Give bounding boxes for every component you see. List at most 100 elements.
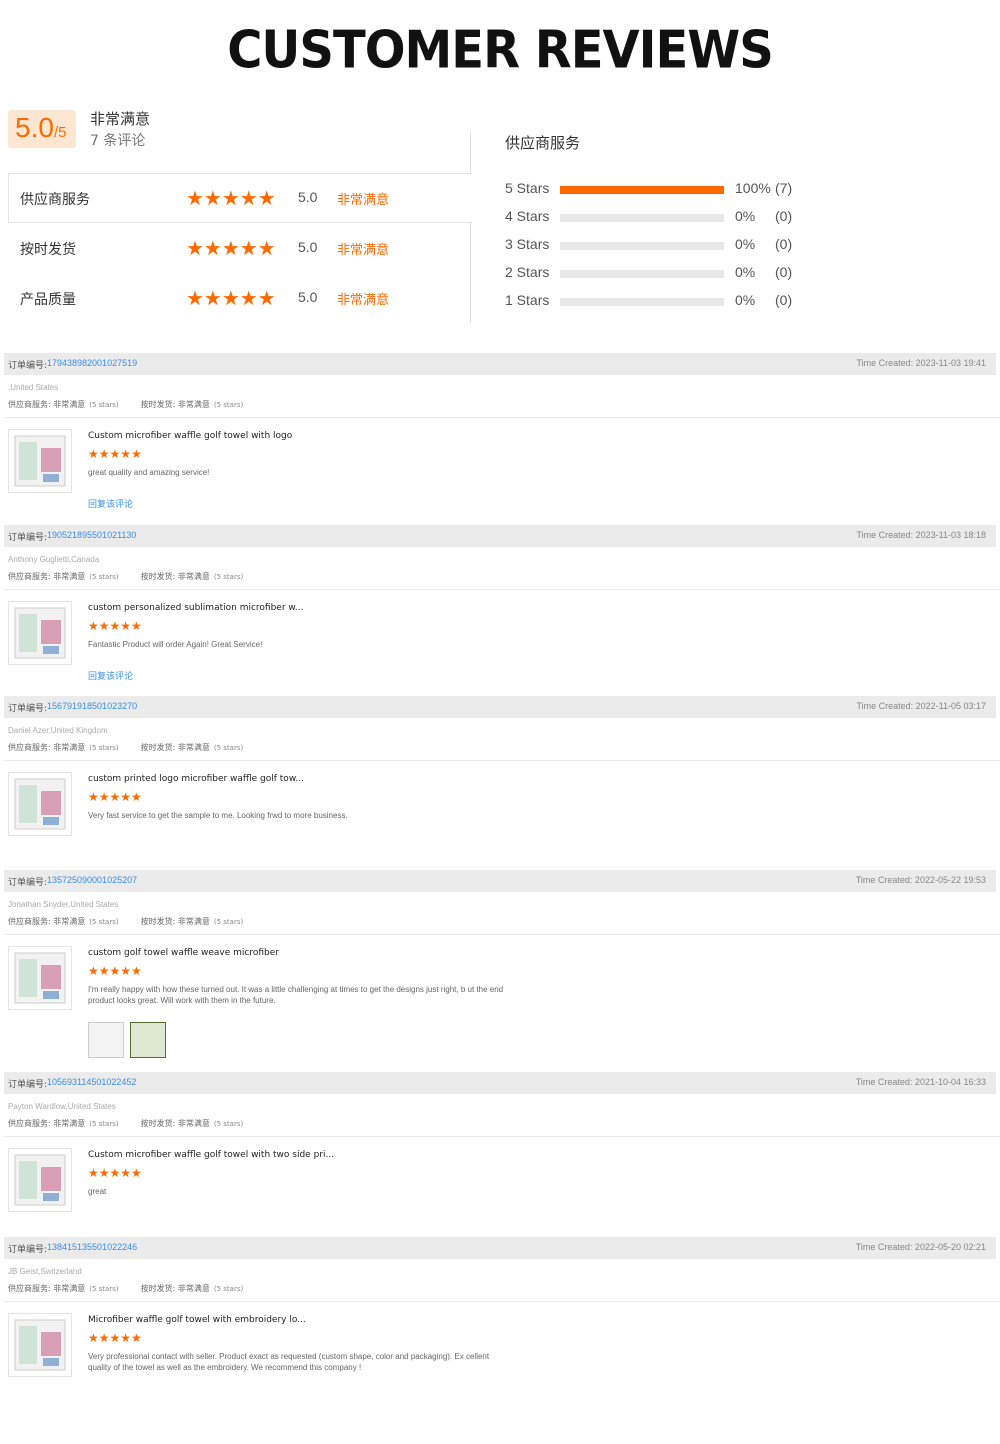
on-time-stars: (5 stars)	[213, 573, 244, 581]
divider	[4, 589, 1000, 590]
order-number-link[interactable]: 179438982001027519	[47, 358, 137, 368]
supplier-service-label: 供应商服务:	[8, 1119, 51, 1128]
review-comment: Very professional contact with seller. P…	[88, 1352, 490, 1372]
rating-value: 5.0	[298, 289, 318, 305]
product-thumbnail[interactable]	[8, 1148, 72, 1212]
rating-label: 按时发货	[20, 242, 76, 258]
buyer-name: Daniel Azer,United Kingdom	[8, 726, 108, 735]
distribution-percent: 100%	[735, 180, 771, 196]
on-time-label: 按时发货:	[140, 917, 176, 926]
order-number-link[interactable]: 190521895501021130	[47, 530, 136, 540]
star-distribution-row[interactable]: 5 Stars 100% (7)	[505, 180, 805, 200]
product-thumbnail[interactable]	[8, 772, 72, 836]
product-title[interactable]: Microfiber waffle golf towel with embroi…	[88, 1315, 306, 1325]
order-number-label: 订单编号:	[8, 361, 48, 371]
review-photo[interactable]	[130, 1022, 166, 1058]
order-number-link[interactable]: 105693114501022452	[47, 1077, 136, 1087]
towel-image-icon	[14, 1319, 66, 1371]
review-item: 订单编号: 138415135501022246 Time Created: 202…	[0, 1237, 1000, 1417]
order-number-label: 订单编号:	[8, 878, 48, 888]
rating-row-product-quality: 产品质量 ★★★★★ 5.0 非常满意	[20, 286, 460, 310]
review-header: 订单编号: 135725090001025207 Time Created: 202…	[4, 870, 996, 892]
review-header: 订单编号: 138415135501022246 Time Created: 202…	[4, 1237, 996, 1259]
product-thumbnail[interactable]	[8, 601, 72, 665]
review-item: 订单编号: 135725090001025207 Time Created: 202…	[0, 870, 1000, 1072]
towel-image-icon	[14, 607, 66, 659]
on-time-value: 非常满意	[177, 572, 210, 581]
review-comment: great	[88, 1187, 107, 1196]
product-title[interactable]: Custom microfiber waffle golf towel with…	[88, 431, 292, 441]
product-thumbnail[interactable]	[8, 1313, 72, 1377]
star-distribution-row[interactable]: 3 Stars 0% (0)	[505, 236, 805, 256]
on-time-stars: (5 stars)	[213, 401, 244, 409]
star-distribution-row[interactable]: 2 Stars 0% (0)	[505, 264, 805, 284]
time-created: Time Created: 2023-11-03 18:18	[856, 530, 986, 540]
distribution-bar	[560, 298, 724, 306]
review-item: 订单编号: 179438982001027519 Time Created: 202…	[0, 353, 1000, 525]
supplier-service-label: 供应商服务:	[8, 917, 51, 926]
review-header: 订单编号: 190521895501021130 Time Created: 202…	[4, 525, 996, 547]
page-title: CUSTOMER REVIEWS	[227, 19, 774, 81]
star-level-label: 3 Stars	[505, 236, 550, 252]
distribution-bar-fill	[560, 186, 724, 194]
review-header: 订单编号: 105693114501022452 Time Created: 202…	[4, 1072, 996, 1094]
on-time-stars: (5 stars)	[213, 1120, 244, 1128]
towel-image-icon	[14, 952, 66, 1004]
distribution-count: (7)	[775, 180, 793, 196]
star-rating-icons: ★★★★★	[88, 619, 142, 633]
review-ratings-meta: 供应商服务: 非常满意 (5 stars) 按时发货: 非常满意 (5 stars)	[8, 571, 243, 582]
distribution-bar	[560, 214, 724, 222]
supplier-service-value: 非常满意	[53, 1284, 86, 1293]
rating-value: 5.0	[298, 239, 318, 255]
distribution-bar	[560, 270, 724, 278]
supplier-service-value: 非常满意	[53, 400, 86, 409]
review-photo[interactable]	[88, 1022, 124, 1058]
supplier-service-stars: (5 stars)	[89, 573, 119, 581]
supplier-service-stars: (5 stars)	[89, 1120, 119, 1128]
supplier-service-stars: (5 stars)	[89, 918, 119, 926]
review-header: 订单编号: 179438982001027519 Time Created: 202…	[4, 353, 996, 375]
rating-label: 供应商服务	[20, 192, 90, 208]
distribution-count: (0)	[775, 236, 793, 252]
reply-link[interactable]: 回复该评论	[88, 669, 133, 682]
review-ratings-meta: 供应商服务: 非常满意 (5 stars) 按时发货: 非常满意 (5 stars)	[8, 742, 243, 753]
star-distribution-row[interactable]: 1 Stars 0% (0)	[505, 292, 805, 312]
distribution-count: (0)	[775, 208, 793, 224]
reply-link[interactable]: 回复该评论	[88, 497, 133, 510]
supplier-service-stars: (5 stars)	[89, 401, 119, 409]
order-number-link[interactable]: 156791918501023270	[47, 701, 137, 711]
order-number-link[interactable]: 135725090001025207	[47, 875, 137, 885]
towel-image-icon	[14, 1154, 66, 1206]
supplier-service-label: 供应商服务:	[8, 1284, 51, 1293]
on-time-label: 按时发货:	[140, 743, 176, 752]
divider	[470, 132, 471, 172]
product-title[interactable]: custom printed logo microfiber waffle go…	[88, 774, 304, 784]
divider	[4, 417, 1000, 418]
product-thumbnail[interactable]	[8, 429, 72, 493]
rating-row-on-time-delivery: 按时发货 ★★★★★ 5.0 非常满意	[20, 236, 460, 260]
product-title[interactable]: Custom microfiber waffle golf towel with…	[88, 1150, 334, 1160]
distribution-percent: 0%	[735, 208, 756, 224]
buyer-name: Payton Wardlow,United States	[8, 1102, 116, 1111]
distribution-percent: 0%	[735, 236, 756, 252]
supplier-service-value: 非常满意	[53, 917, 86, 926]
divider	[4, 1136, 1000, 1137]
supplier-service-stars: (5 stars)	[89, 744, 119, 752]
product-title[interactable]: custom golf towel waffle weave microfibe…	[88, 948, 279, 958]
on-time-value: 非常满意	[177, 1284, 210, 1293]
supplier-service-label: 供应商服务:	[8, 400, 51, 409]
star-distribution-row[interactable]: 4 Stars 0% (0)	[505, 208, 805, 228]
on-time-value: 非常满意	[177, 917, 210, 926]
product-title[interactable]: custom personalized sublimation microfib…	[88, 603, 304, 613]
time-created: Time Created: 2021-10-04 16:33	[855, 1077, 986, 1087]
towel-image-icon	[14, 435, 66, 487]
review-item: 订单编号: 105693114501022452 Time Created: 202…	[0, 1072, 1000, 1237]
distribution-count: (0)	[775, 292, 793, 308]
rating-text: 非常满意	[337, 293, 390, 308]
supplier-service-stars: (5 stars)	[89, 1285, 119, 1293]
order-number-link[interactable]: 138415135501022246	[47, 1242, 137, 1252]
review-comment: Very fast service to get the sample to m…	[88, 811, 348, 820]
rating-row-supplier-service: 供应商服务 ★★★★★ 5.0 非常满意	[20, 186, 460, 210]
review-item: 订单编号: 190521895501021130 Time Created: 202…	[0, 525, 1000, 696]
product-thumbnail[interactable]	[8, 946, 72, 1010]
